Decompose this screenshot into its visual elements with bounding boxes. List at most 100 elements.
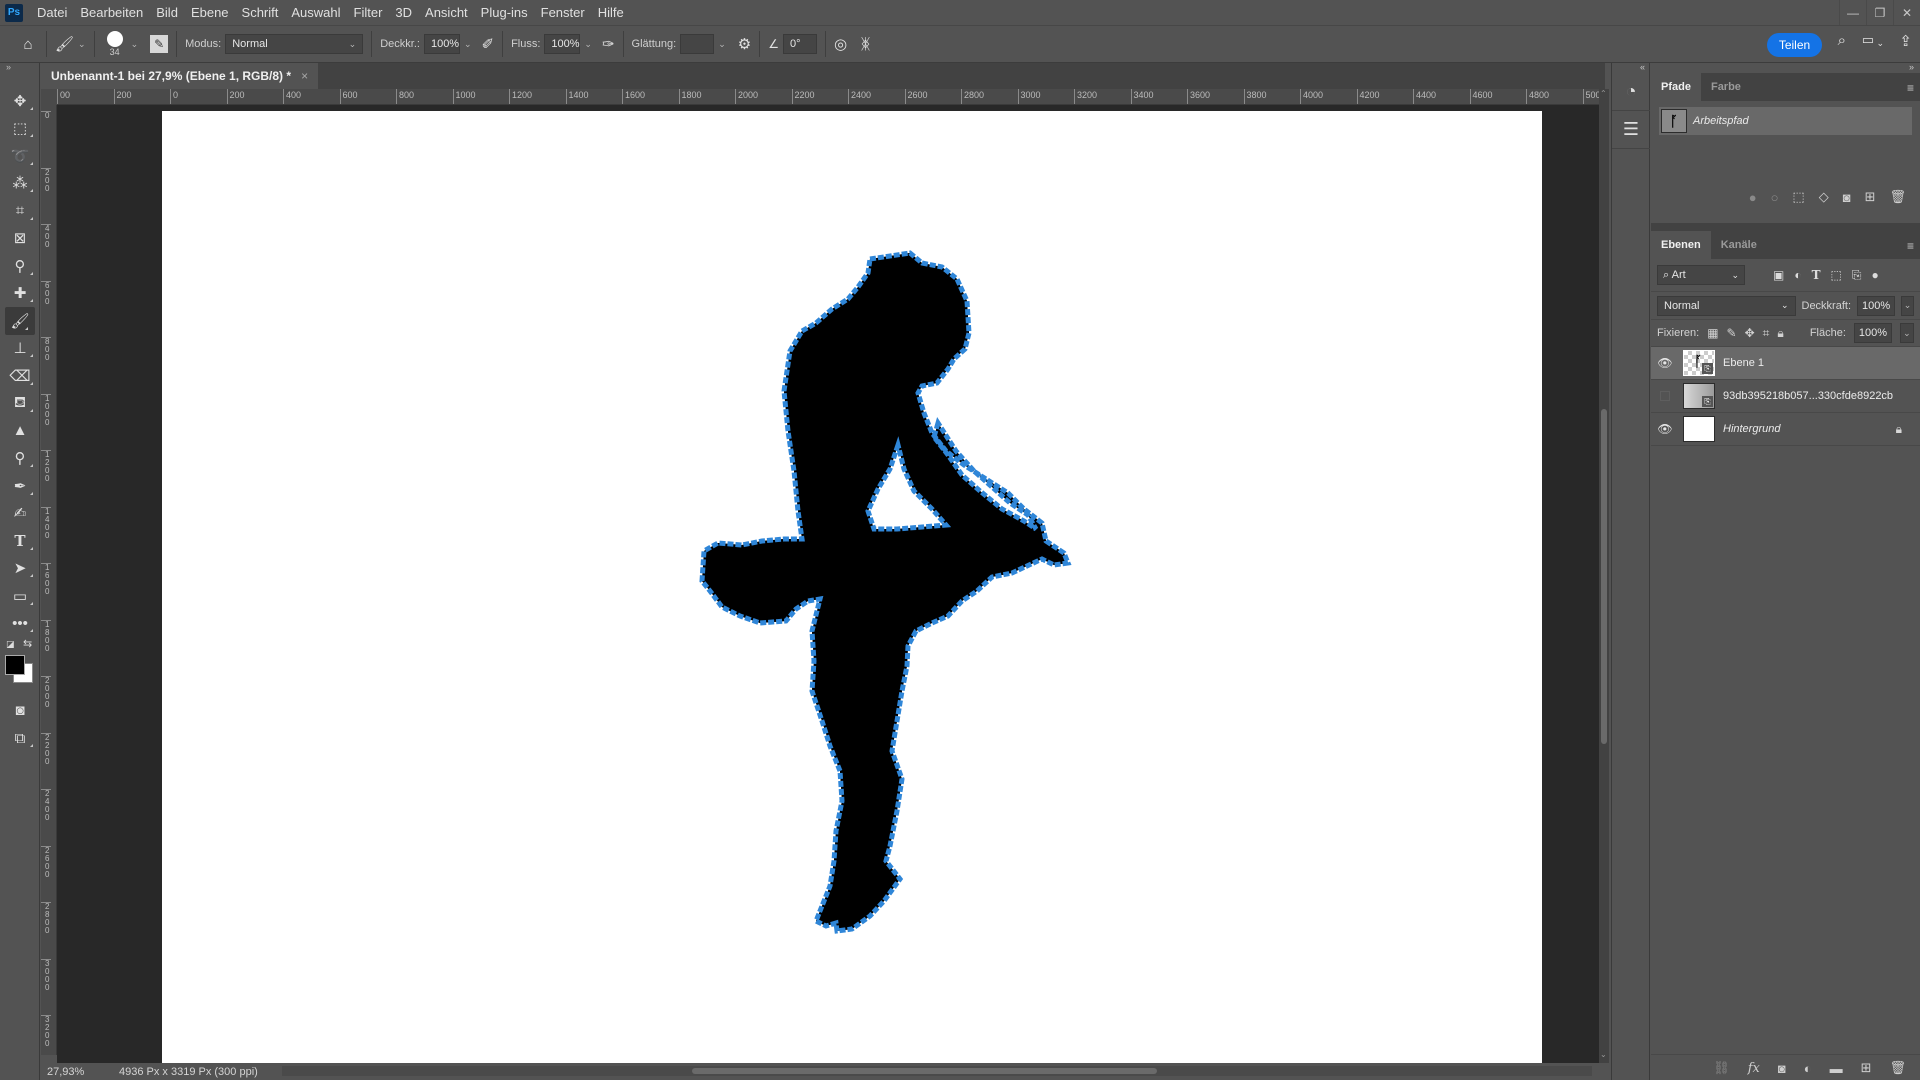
move-tool-icon[interactable]: ✥ [0, 87, 40, 115]
path-item[interactable]: ᚪ Arbeitspfad [1659, 107, 1912, 135]
zoom-level[interactable]: 27,93% [47, 1066, 107, 1078]
airbrush-icon[interactable]: ✑ [602, 35, 615, 53]
chevron-down-icon[interactable]: ⌄ [584, 39, 592, 50]
menu-ansicht[interactable]: Ansicht [425, 5, 468, 20]
chevron-down-icon[interactable]: ⌄ [1899, 323, 1914, 343]
tab-kanaele[interactable]: Kanäle [1711, 231, 1767, 259]
screen-mode-icon[interactable]: ⧉ [0, 725, 40, 753]
collapse-panels-icon[interactable]: « [1612, 63, 1649, 73]
gear-icon[interactable]: ⚙ [738, 35, 751, 53]
panel-menu-icon[interactable]: ≡ [1907, 81, 1914, 95]
scroll-up-icon[interactable]: ⌃ [1600, 89, 1607, 98]
canvas-workspace[interactable] [57, 105, 1599, 1063]
delete-layer-icon[interactable]: 🗑︎ [1889, 1060, 1906, 1076]
path-selection-tool-icon[interactable]: ➤ [0, 555, 40, 583]
filter-toggle[interactable]: ● [1871, 268, 1878, 282]
vertical-scrollbar[interactable]: ⌃ ⌄ [1599, 89, 1609, 1063]
layer-row-ebene-1[interactable]: 👁︎ ᚪ ⎘ Ebene 1 [1651, 347, 1920, 380]
filter-shape-icon[interactable]: ⬚ [1831, 268, 1842, 282]
layer-row-hintergrund[interactable]: 👁︎ Hintergrund 🔒︎ [1651, 413, 1920, 446]
fill-path-icon[interactable]: ● [1749, 190, 1757, 205]
close-tab-icon[interactable]: × [301, 69, 308, 83]
selection-to-path-icon[interactable]: ◇ [1819, 189, 1829, 205]
eyedropper-tool-icon[interactable]: ⚲ [0, 252, 40, 280]
angle-input[interactable]: 0° [782, 34, 817, 54]
filter-type-icon[interactable]: T [1812, 268, 1821, 282]
paint-bucket-tool-icon[interactable]: ⛾ [0, 390, 40, 418]
add-layer-mask-icon[interactable]: ◙ [1778, 1061, 1786, 1076]
filter-pixel-icon[interactable]: ▣ [1773, 268, 1784, 282]
vertical-scroll-thumb[interactable] [1601, 409, 1607, 744]
crop-tool-icon[interactable]: ⌗ [0, 197, 40, 225]
scroll-down-icon[interactable]: ⌄ [1600, 1050, 1607, 1059]
path-to-selection-icon[interactable]: ⬚ [1792, 189, 1804, 205]
layers-panel-icon[interactable]: ☰ [1612, 111, 1650, 149]
link-layers-icon[interactable]: ⛓︎ [1713, 1060, 1730, 1076]
menu-auswahl[interactable]: Auswahl [291, 5, 340, 20]
menu-ebene[interactable]: Ebene [191, 5, 229, 20]
chevron-down-icon[interactable]: ⌄ [1876, 38, 1884, 49]
default-colors-icon[interactable]: ◪ [6, 639, 15, 650]
visibility-eye-icon[interactable]: 👁︎ [1651, 422, 1679, 436]
brush-preset-icon[interactable]: 🖌︎ [55, 35, 74, 53]
tab-farbe[interactable]: Farbe [1701, 73, 1751, 101]
dodge-tool-icon[interactable]: ⚲ [0, 445, 40, 473]
export-icon[interactable]: ⇪ [1899, 32, 1912, 50]
filter-smart-object-icon[interactable]: ⎘ [1852, 268, 1862, 283]
layer-filter-select[interactable]: ⌕ Art ⌄ [1657, 265, 1745, 285]
frame-tool-icon[interactable]: ⊠ [0, 225, 40, 253]
modus-select[interactable]: Normal ⌄ [225, 34, 364, 54]
workspace-icon[interactable]: ▭ [1862, 32, 1874, 48]
lock-artboard-icon[interactable]: ⌗ [1763, 326, 1770, 341]
blend-mode-select[interactable]: Normal ⌄ [1657, 295, 1796, 316]
lock-transparent-icon[interactable]: ▦ [1707, 326, 1718, 340]
tab-pfade[interactable]: Pfade [1651, 73, 1701, 101]
home-icon[interactable]: ⌂ [18, 36, 38, 53]
collapse-dock-icon[interactable]: » [1651, 63, 1920, 73]
marquee-tool-icon[interactable]: ⬚ [0, 115, 40, 143]
document-tab[interactable]: Unbenannt-1 bei 27,9% (Ebene 1, RGB/8) *… [41, 63, 319, 89]
menu-filter[interactable]: Filter [354, 5, 383, 20]
menu-hilfe[interactable]: Hilfe [598, 5, 624, 20]
horizontal-ruler[interactable]: 00 200 0 200 400 600 800 1000 1200 1400 1600 1800 20… [57, 89, 1599, 105]
tab-ebenen[interactable]: Ebenen [1651, 231, 1711, 259]
chevron-down-icon[interactable]: ⌄ [718, 39, 726, 50]
expand-toolbar-icon[interactable]: » [0, 63, 39, 73]
layer-row-smart-object[interactable]: ⎘ 93db395218b057...330cfde8922cb [1651, 380, 1920, 413]
menu-datei[interactable]: Datei [37, 5, 67, 20]
pen-tool-icon[interactable]: ✒ [0, 472, 40, 500]
history-panel-icon[interactable]: ◔ [1612, 73, 1650, 111]
brush-settings-icon[interactable]: ✎ [150, 35, 169, 53]
filter-adjustment-icon[interactable]: ◐ [1794, 268, 1801, 282]
horizontal-scrollbar[interactable] [282, 1066, 1592, 1076]
pressure-opacity-icon[interactable]: ✐ [482, 35, 495, 53]
menu-bild[interactable]: Bild [156, 5, 178, 20]
add-mask-icon[interactable]: ◙ [1843, 190, 1851, 205]
vertical-ruler[interactable]: 0 200 400 600 800 1000 1200 1400 1600 1800 2000 220… [41, 105, 57, 1055]
chevron-down-icon[interactable]: ⌄ [131, 39, 139, 50]
clone-stamp-tool-icon[interactable]: ⊥ [0, 335, 40, 363]
healing-brush-tool-icon[interactable]: ✚ [0, 280, 40, 308]
ruler-origin[interactable] [41, 89, 57, 105]
horizontal-scroll-thumb[interactable] [692, 1068, 1157, 1074]
restore-button[interactable]: ❐ [1866, 0, 1893, 25]
share-button[interactable]: Teilen [1767, 33, 1822, 57]
chevron-down-icon[interactable]: ⌄ [464, 39, 472, 50]
smoothing-input[interactable] [680, 34, 715, 54]
brush-tool-icon[interactable]: 🖌︎ [5, 307, 35, 335]
lock-all-icon[interactable]: 🔒︎ [1777, 326, 1783, 341]
quick-selection-tool-icon[interactable]: ⁂ [0, 170, 40, 198]
new-adjustment-layer-icon[interactable]: ◐ [1804, 1061, 1812, 1076]
menu-3d[interactable]: 3D [395, 5, 412, 20]
close-window-button[interactable]: ✕ [1893, 0, 1920, 25]
foreground-color-swatch[interactable] [5, 655, 25, 675]
brush-size-picker[interactable]: 34 [103, 28, 127, 60]
opacity-input[interactable]: 100% [423, 34, 460, 54]
menu-bearbeiten[interactable]: Bearbeiten [80, 5, 143, 20]
new-path-icon[interactable]: ⊞ [1865, 189, 1876, 205]
new-layer-icon[interactable]: ⊞ [1861, 1060, 1872, 1076]
pressure-size-icon[interactable]: ◎ [834, 35, 847, 53]
chevron-down-icon[interactable]: ⌄ [78, 39, 86, 50]
quick-mask-icon[interactable]: ◙ [0, 697, 40, 725]
flow-input[interactable]: 100% [544, 34, 581, 54]
